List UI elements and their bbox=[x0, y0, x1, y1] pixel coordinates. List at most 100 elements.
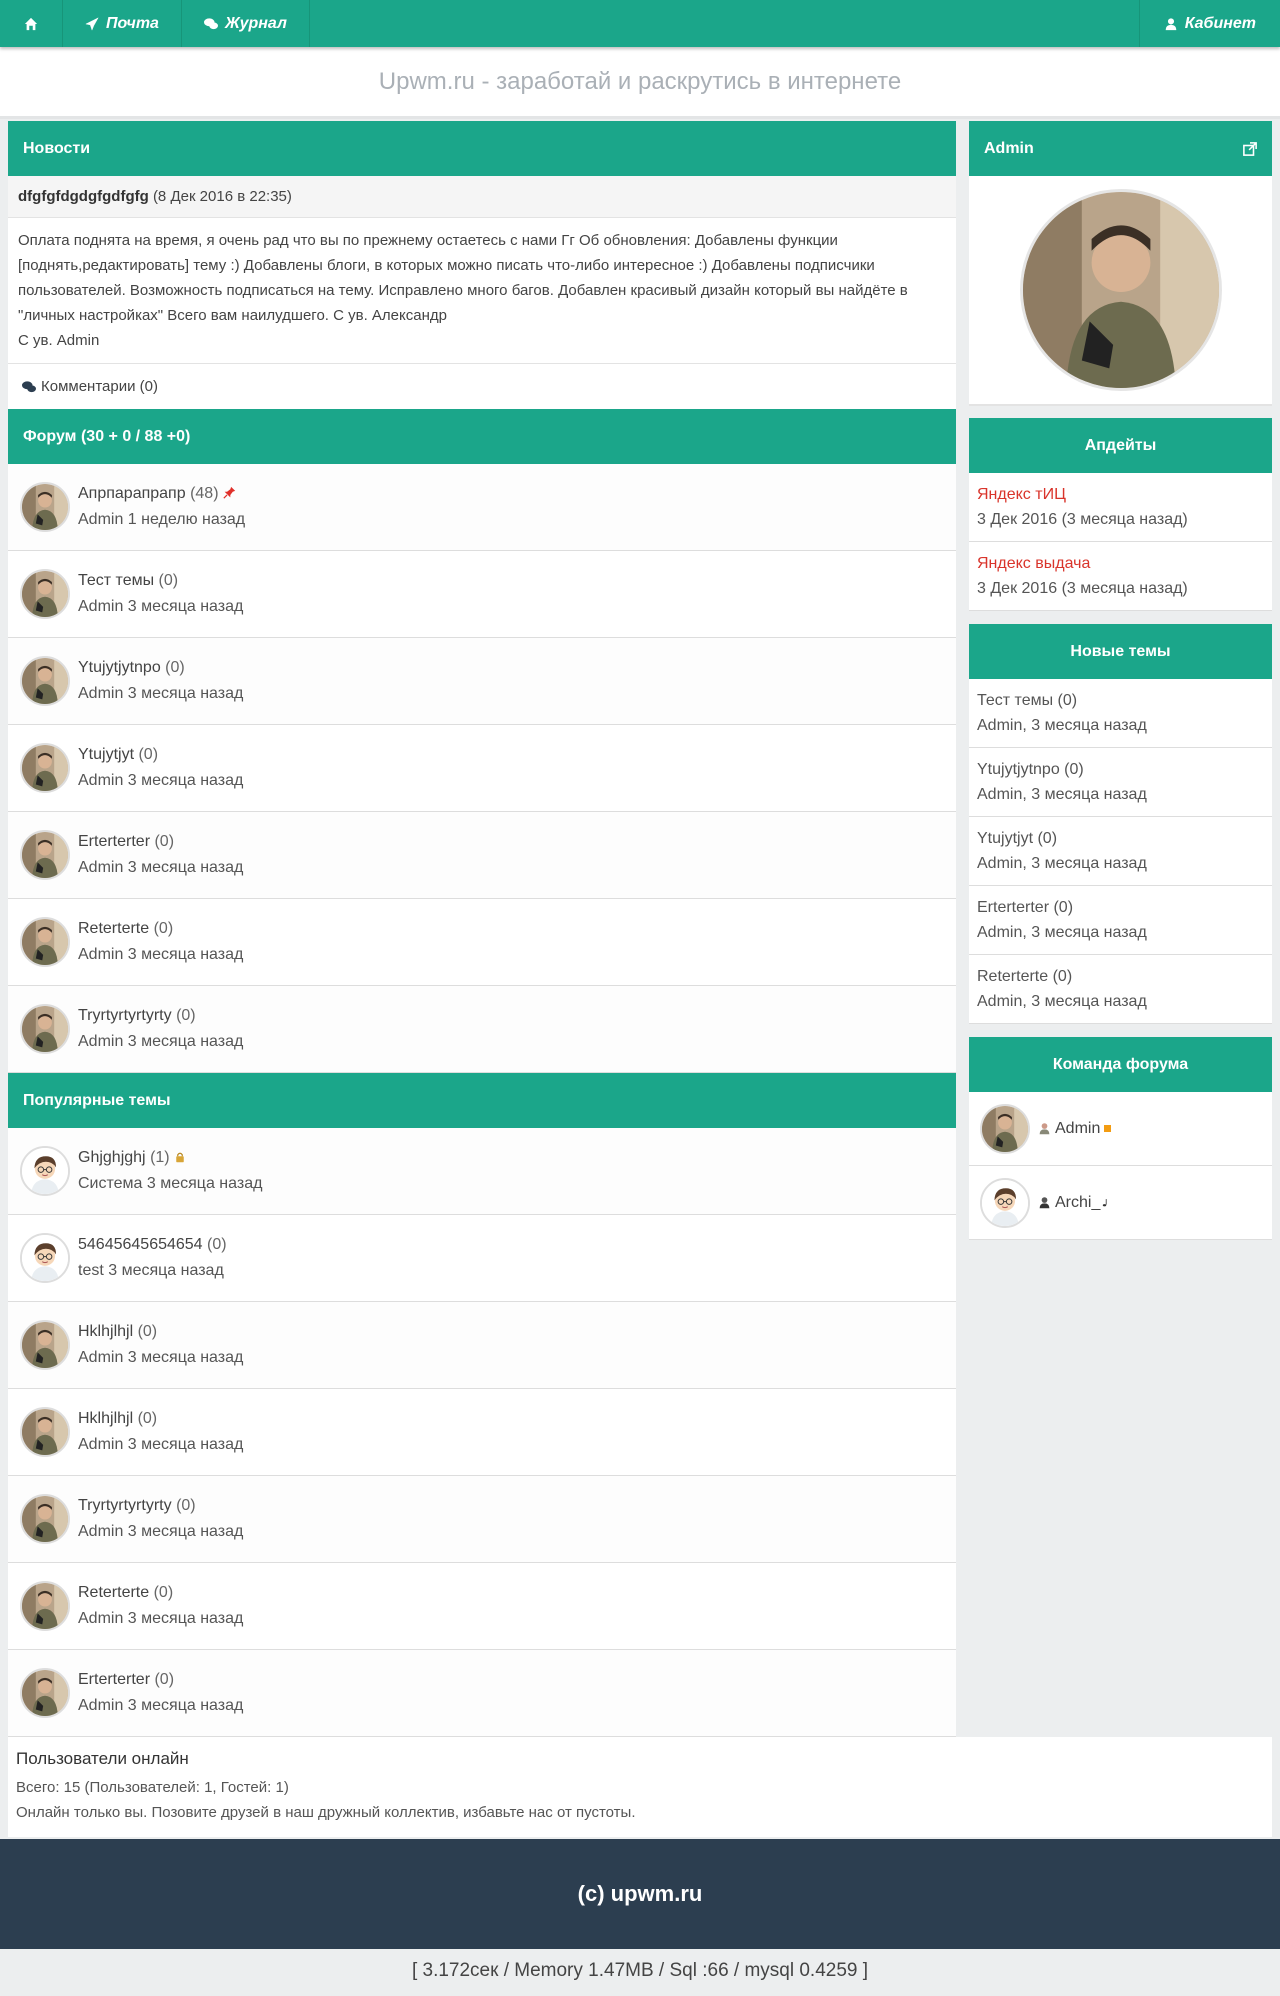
new-topics-heading: Новые темы bbox=[969, 624, 1272, 679]
topic-title-line: Ytujytjyt (0) bbox=[78, 742, 243, 768]
popular-heading-text: Популярные темы bbox=[23, 1091, 171, 1109]
popular-topic-row[interactable]: Hklhjlhjl (0) Admin 3 месяца назад bbox=[8, 1389, 956, 1476]
avatar[interactable] bbox=[20, 1407, 70, 1457]
home-icon bbox=[24, 17, 38, 30]
avatar[interactable] bbox=[20, 1233, 70, 1283]
new-topic-title[interactable]: Ytujytjytnpo bbox=[977, 761, 1060, 778]
popular-topic-row[interactable]: Tryrtyrtyrtyrty (0) Admin 3 месяца назад bbox=[8, 1476, 956, 1563]
topic-count: (0) bbox=[207, 1236, 227, 1253]
topic-title[interactable]: Tryrtyrtyrtyrty bbox=[78, 1497, 172, 1514]
new-topic-item[interactable]: Тест темы (0) Admin, 3 месяца назад bbox=[969, 679, 1272, 748]
topic-title[interactable]: Ghjghjghj bbox=[78, 1149, 146, 1166]
user-panel-name[interactable]: Admin bbox=[984, 140, 1034, 158]
external-link-icon[interactable] bbox=[1243, 141, 1257, 156]
news-item-title[interactable]: dfgfgfdgdgfgdfgfg bbox=[18, 188, 149, 205]
popular-topic-row[interactable]: 54645645654654 (0) test 3 месяца назад bbox=[8, 1215, 956, 1302]
avatar[interactable] bbox=[20, 1581, 70, 1631]
site-header: Upwm.ru - заработай и раскрутись в интер… bbox=[0, 47, 1280, 119]
topic-title[interactable]: Tryrtyrtyrtyrty bbox=[78, 1007, 172, 1024]
topic-text: 54645645654654 (0) test 3 месяца назад bbox=[78, 1232, 227, 1284]
update-label[interactable]: Яндекс выдача bbox=[977, 551, 1264, 576]
forum-topic-row[interactable]: Ytujytjyt (0) Admin 3 месяца назад bbox=[8, 725, 956, 812]
team-member-name[interactable]: Admin bbox=[1055, 1120, 1100, 1138]
nav-mail[interactable]: Почта bbox=[63, 0, 182, 47]
topic-title[interactable]: Ytujytjytnpo bbox=[78, 659, 161, 676]
topic-count: (0) bbox=[154, 1671, 175, 1688]
new-topic-item[interactable]: Ytujytjyt (0) Admin, 3 месяца назад bbox=[969, 817, 1272, 886]
avatar[interactable] bbox=[20, 569, 70, 619]
popular-topic-row[interactable]: Hklhjlhjl (0) Admin 3 месяца назад bbox=[8, 1302, 956, 1389]
avatar[interactable] bbox=[20, 656, 70, 706]
update-date: 3 Дек 2016 (3 месяца назад) bbox=[977, 580, 1188, 597]
topic-title[interactable]: Erterterter bbox=[78, 1671, 150, 1688]
online-stats: Всего: 15 (Пользователей: 1, Гостей: 1) bbox=[16, 1779, 289, 1796]
avatar[interactable] bbox=[980, 1177, 1030, 1228]
avatar[interactable] bbox=[20, 830, 70, 880]
forum-topic-row[interactable]: Тест темы (0) Admin 3 месяца назад bbox=[8, 551, 956, 638]
topic-title[interactable]: Апрпарапрапр bbox=[78, 485, 186, 502]
sidebar: Admin Апдейты Яндекс тИЦ 3 Дек 2016 (3 м… bbox=[969, 121, 1272, 1737]
avatar[interactable] bbox=[20, 743, 70, 793]
forum-topic-row[interactable]: Ytujytjytnpo (0) Admin 3 месяца назад bbox=[8, 638, 956, 725]
popular-topic-row[interactable]: Reterterte (0) Admin 3 месяца назад bbox=[8, 1563, 956, 1650]
footer-copyright[interactable]: (c) upwm.ru bbox=[578, 1881, 703, 1907]
avatar[interactable] bbox=[20, 1320, 70, 1370]
popular-topic-row[interactable]: Ghjghjghj (1) Система 3 месяца назад bbox=[8, 1128, 956, 1215]
avatar[interactable] bbox=[980, 1103, 1030, 1154]
topic-title[interactable]: 54645645654654 bbox=[78, 1236, 203, 1253]
popular-topic-row[interactable]: Erterterter (0) Admin 3 месяца назад bbox=[8, 1650, 956, 1737]
avatar[interactable] bbox=[20, 482, 70, 532]
news-item-body: Оплата поднята на время, я очень рад что… bbox=[8, 218, 956, 364]
nav-cabinet[interactable]: Кабинет bbox=[1138, 0, 1280, 47]
profile-avatar[interactable] bbox=[1019, 189, 1222, 391]
topic-title[interactable]: Reterterte bbox=[78, 920, 149, 937]
topic-title[interactable]: Ytujytjyt bbox=[78, 746, 134, 763]
topic-title[interactable]: Hklhjlhjl bbox=[78, 1323, 133, 1340]
topic-title[interactable]: Тест темы bbox=[78, 572, 154, 589]
forum-topic-row[interactable]: Reterterte (0) Admin 3 месяца назад bbox=[8, 899, 956, 986]
top-navbar: Почта Журнал Кабинет bbox=[0, 0, 1280, 47]
new-topic-title[interactable]: Erterterter bbox=[977, 899, 1049, 916]
updates-heading-text: Апдейты bbox=[1084, 436, 1157, 454]
topic-text: Тест темы (0) Admin 3 месяца назад bbox=[78, 568, 243, 620]
user-icon bbox=[1165, 17, 1177, 30]
new-topic-count: (0) bbox=[1037, 830, 1058, 847]
nav-home[interactable] bbox=[0, 0, 63, 47]
topic-meta: test 3 месяца назад bbox=[78, 1262, 224, 1279]
topic-count: (48) bbox=[190, 485, 219, 502]
new-topic-title[interactable]: Тест темы bbox=[977, 692, 1053, 709]
new-topic-title[interactable]: Ytujytjyt bbox=[977, 830, 1033, 847]
new-topic-count: (0) bbox=[1053, 899, 1074, 916]
avatar[interactable] bbox=[20, 1668, 70, 1718]
avatar[interactable] bbox=[20, 1146, 70, 1196]
new-topics-heading-text: Новые темы bbox=[1070, 642, 1171, 660]
avatar[interactable] bbox=[20, 1494, 70, 1544]
update-item[interactable]: Яндекс тИЦ 3 Дек 2016 (3 месяца назад) bbox=[969, 473, 1272, 542]
nav-journal[interactable]: Журнал bbox=[182, 0, 310, 47]
team-member-row[interactable]: Admin bbox=[969, 1092, 1272, 1166]
forum-topic-row[interactable]: Апрпарапрапр (48) Admin 1 неделю назад bbox=[8, 464, 956, 551]
topic-title[interactable]: Erterterter bbox=[78, 833, 150, 850]
nav-right-group: Кабинет bbox=[1138, 0, 1280, 47]
update-label[interactable]: Яндекс тИЦ bbox=[977, 482, 1264, 507]
topic-title[interactable]: Reterterte bbox=[78, 1584, 149, 1601]
user-panel-heading: Admin bbox=[969, 121, 1272, 176]
avatar[interactable] bbox=[20, 1004, 70, 1054]
new-topic-item[interactable]: Reterterte (0) Admin, 3 месяца назад bbox=[969, 955, 1272, 1024]
new-topic-title[interactable]: Reterterte bbox=[977, 968, 1048, 985]
team-member-row[interactable]: Archi_ bbox=[969, 1166, 1272, 1240]
news-comments-link[interactable]: Комментарии (0) bbox=[8, 364, 956, 409]
forum-topic-row[interactable]: Erterterter (0) Admin 3 месяца назад bbox=[8, 812, 956, 899]
site-title[interactable]: Upwm.ru - заработай и раскрутись в интер… bbox=[379, 68, 901, 96]
new-topic-item[interactable]: Ytujytjytnpo (0) Admin, 3 месяца назад bbox=[969, 748, 1272, 817]
topic-title[interactable]: Hklhjlhjl bbox=[78, 1410, 133, 1427]
team-member-name[interactable]: Archi_ bbox=[1055, 1194, 1100, 1212]
update-item[interactable]: Яндекс выдача 3 Дек 2016 (3 месяца назад… bbox=[969, 542, 1272, 611]
new-topic-item[interactable]: Erterterter (0) Admin, 3 месяца назад bbox=[969, 886, 1272, 955]
main-column: Новости dfgfgfdgdgfgdfgfg (8 Дек 2016 в … bbox=[8, 121, 956, 1737]
forum-topic-row[interactable]: Tryrtyrtyrtyrty (0) Admin 3 месяца назад bbox=[8, 986, 956, 1073]
avatar[interactable] bbox=[20, 917, 70, 967]
topic-count: (0) bbox=[176, 1497, 196, 1514]
new-topic-meta: Admin, 3 месяца назад bbox=[977, 786, 1147, 803]
topic-text: Ghjghjghj (1) Система 3 месяца назад bbox=[78, 1145, 262, 1197]
